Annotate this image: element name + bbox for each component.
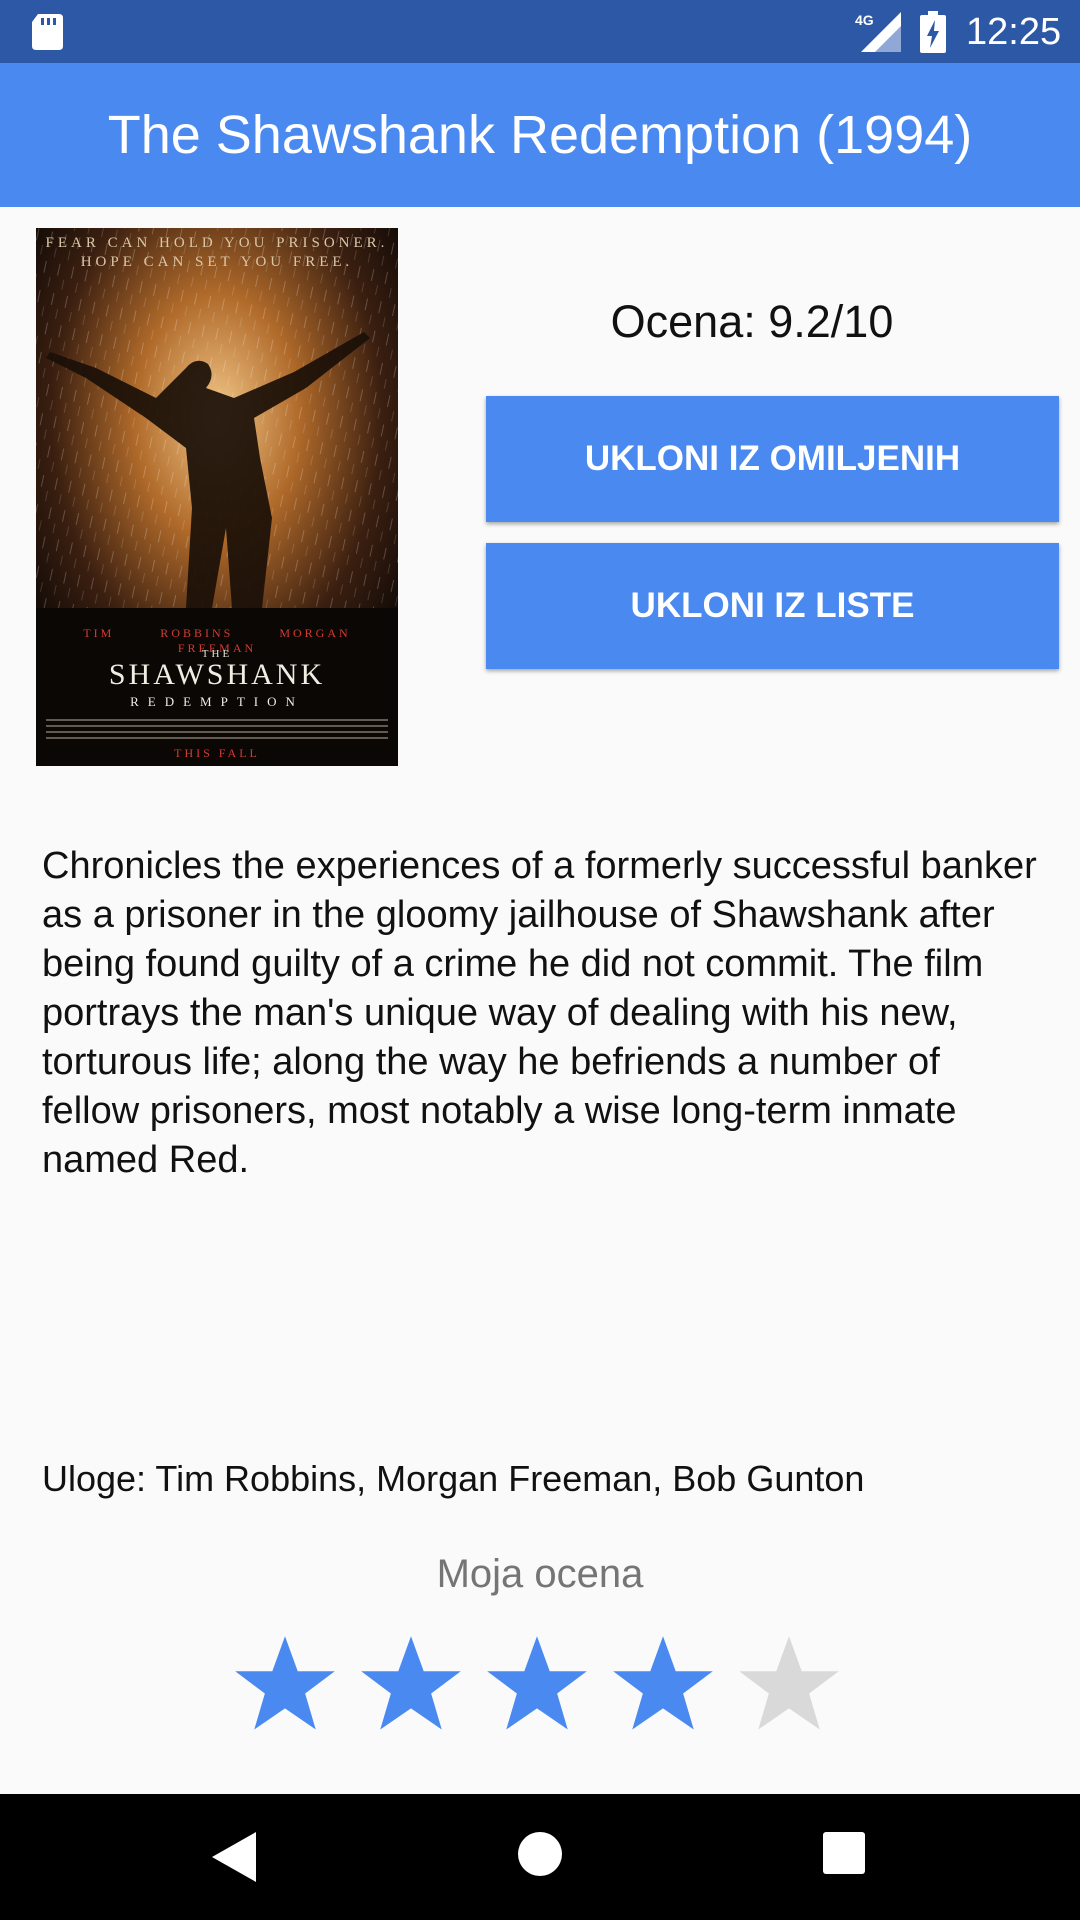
my-rating-label: Moja ocena	[436, 1552, 644, 1596]
poster-tagline-line2: HOPE CAN SET YOU FREE.	[80, 254, 354, 270]
signal-icon: 4G	[855, 12, 901, 52]
star-empty-icon[interactable]	[736, 1632, 842, 1738]
home-icon[interactable]	[517, 1831, 563, 1877]
poster-logo: SHAWSHANK	[108, 658, 326, 691]
page-title: The Shawshank Redemption (1994)	[107, 105, 973, 165]
movie-cast: Uloge: Tim Robbins, Morgan Freeman, Bob …	[42, 1458, 865, 1499]
poster-logo-sub: REDEMPTION	[130, 694, 304, 709]
movie-description: Chronicles the experiences of a formerly…	[42, 845, 1037, 1181]
back-icon[interactable]	[212, 1832, 256, 1882]
star-filled-icon[interactable]	[232, 1632, 338, 1738]
sd-card-icon	[32, 14, 63, 50]
battery-charging-icon	[920, 11, 946, 53]
poster-tagline-line1: FEAR CAN HOLD YOU PRISONER.	[45, 235, 389, 251]
poster-tagline: FEAR CAN HOLD YOU PRISONER. HOPE CAN SET…	[36, 234, 398, 272]
movie-details-screen: 4G 12:25 The Shawshank Redemption (1994)	[0, 0, 1080, 1920]
poster-credits	[46, 715, 388, 745]
remove-from-favorites-button[interactable]: UKLONI IZ OMILJENIH	[486, 396, 1059, 522]
imdb-rating: Ocena: 9.2/10	[610, 296, 894, 347]
star-filled-icon[interactable]	[610, 1632, 716, 1738]
poster-release: THIS FALL	[174, 746, 260, 760]
network-type: 4G	[855, 12, 874, 28]
star-filled-icon[interactable]	[358, 1632, 464, 1738]
app-bar: The Shawshank Redemption (1994)	[0, 63, 1080, 207]
movie-poster: FEAR CAN HOLD YOU PRISONER. HOPE CAN SET…	[36, 228, 398, 766]
status-bar: 4G 12:25	[0, 0, 1080, 63]
remove-from-list-button[interactable]: UKLONI IZ LISTE	[486, 543, 1059, 669]
rating-bar[interactable]	[232, 1632, 862, 1738]
star-filled-icon[interactable]	[484, 1632, 590, 1738]
navigation-bar	[0, 1794, 1080, 1920]
clock: 12:25	[966, 11, 1062, 53]
recent-apps-icon[interactable]	[823, 1832, 865, 1874]
